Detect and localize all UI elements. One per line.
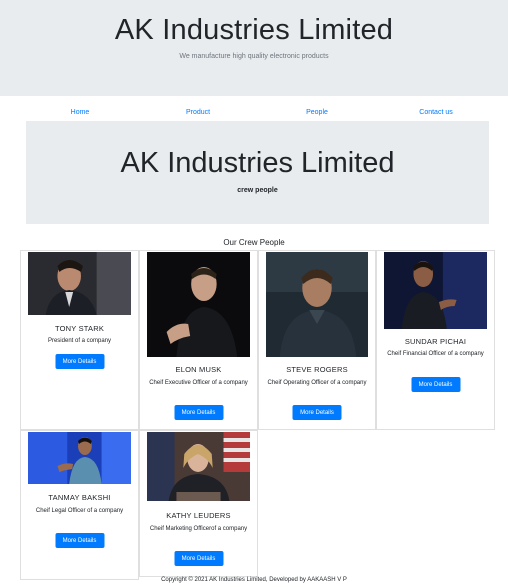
nav-link-product[interactable]: Product [186, 109, 210, 116]
more-details-button[interactable]: More Details [292, 405, 342, 420]
nav-link-home[interactable]: Home [71, 109, 90, 116]
crew-photo [28, 432, 131, 484]
crew-card: ELON MUSK Cheif Executive Officer of a c… [139, 250, 258, 430]
main-nav: Home Product People Contact us [0, 109, 508, 121]
crew-name: KATHY LEUDERS [166, 511, 231, 520]
more-details-button[interactable]: More Details [55, 533, 104, 548]
crew-role: Cheif Executive Officer of a company [149, 380, 248, 386]
site-tagline: We manufacture high quality electronic p… [179, 53, 329, 60]
nav-link-contact[interactable]: Contact us [419, 109, 452, 116]
crew-role: Cheif Operating Officer of a company [267, 380, 367, 386]
crew-name: TANMAY BAKSHI [48, 493, 111, 502]
site-title: AK Industries Limited [114, 14, 394, 46]
more-details-button[interactable]: More Details [411, 377, 460, 392]
more-details-button[interactable]: More Details [55, 354, 104, 369]
header-banner: AK Industries Limited We manufacture hig… [0, 0, 508, 96]
more-details-button[interactable]: More Details [174, 551, 223, 566]
crew-role: President of a company [47, 338, 112, 344]
crew-card: KATHY LEUDERS Cheif Marketing Officerof … [139, 430, 258, 577]
crew-role: Cheif Marketing Officerof a company [149, 526, 248, 532]
crew-photo [147, 432, 250, 501]
footer-copyright: Copyright © 2021 AK Industries Limited, … [161, 577, 347, 583]
crew-section-heading: Our Crew People [223, 238, 285, 247]
crew-card: TONY STARK President of a company More D… [20, 250, 139, 430]
crew-card: STEVE ROGERS Cheif Operating Officer of … [258, 250, 376, 430]
more-details-button[interactable]: More Details [174, 405, 223, 420]
crew-role: Cheif Financial Officer of a company [387, 351, 484, 357]
crew-name: ELON MUSK [175, 365, 222, 374]
crew-name: STEVE ROGERS [286, 365, 348, 374]
crew-name: TONY STARK [54, 324, 105, 333]
crew-card: SUNDAR PICHAI Cheif Financial Officer of… [376, 250, 495, 430]
nav-link-people[interactable]: People [306, 109, 328, 116]
crew-banner: AK Industries Limited crew people [26, 121, 489, 224]
crew-role: Cheif Legal Officer of a company [35, 508, 124, 514]
crew-banner-title: AK Industries Limited [120, 147, 395, 179]
crew-banner-subtitle: crew people [237, 187, 278, 194]
crew-photo [28, 252, 131, 315]
crew-photo [266, 252, 368, 357]
crew-photo [384, 252, 487, 329]
crew-card: TANMAY BAKSHI Cheif Legal Officer of a c… [20, 430, 139, 580]
crew-name: SUNDAR PICHAI [404, 337, 467, 346]
crew-photo [147, 252, 250, 357]
